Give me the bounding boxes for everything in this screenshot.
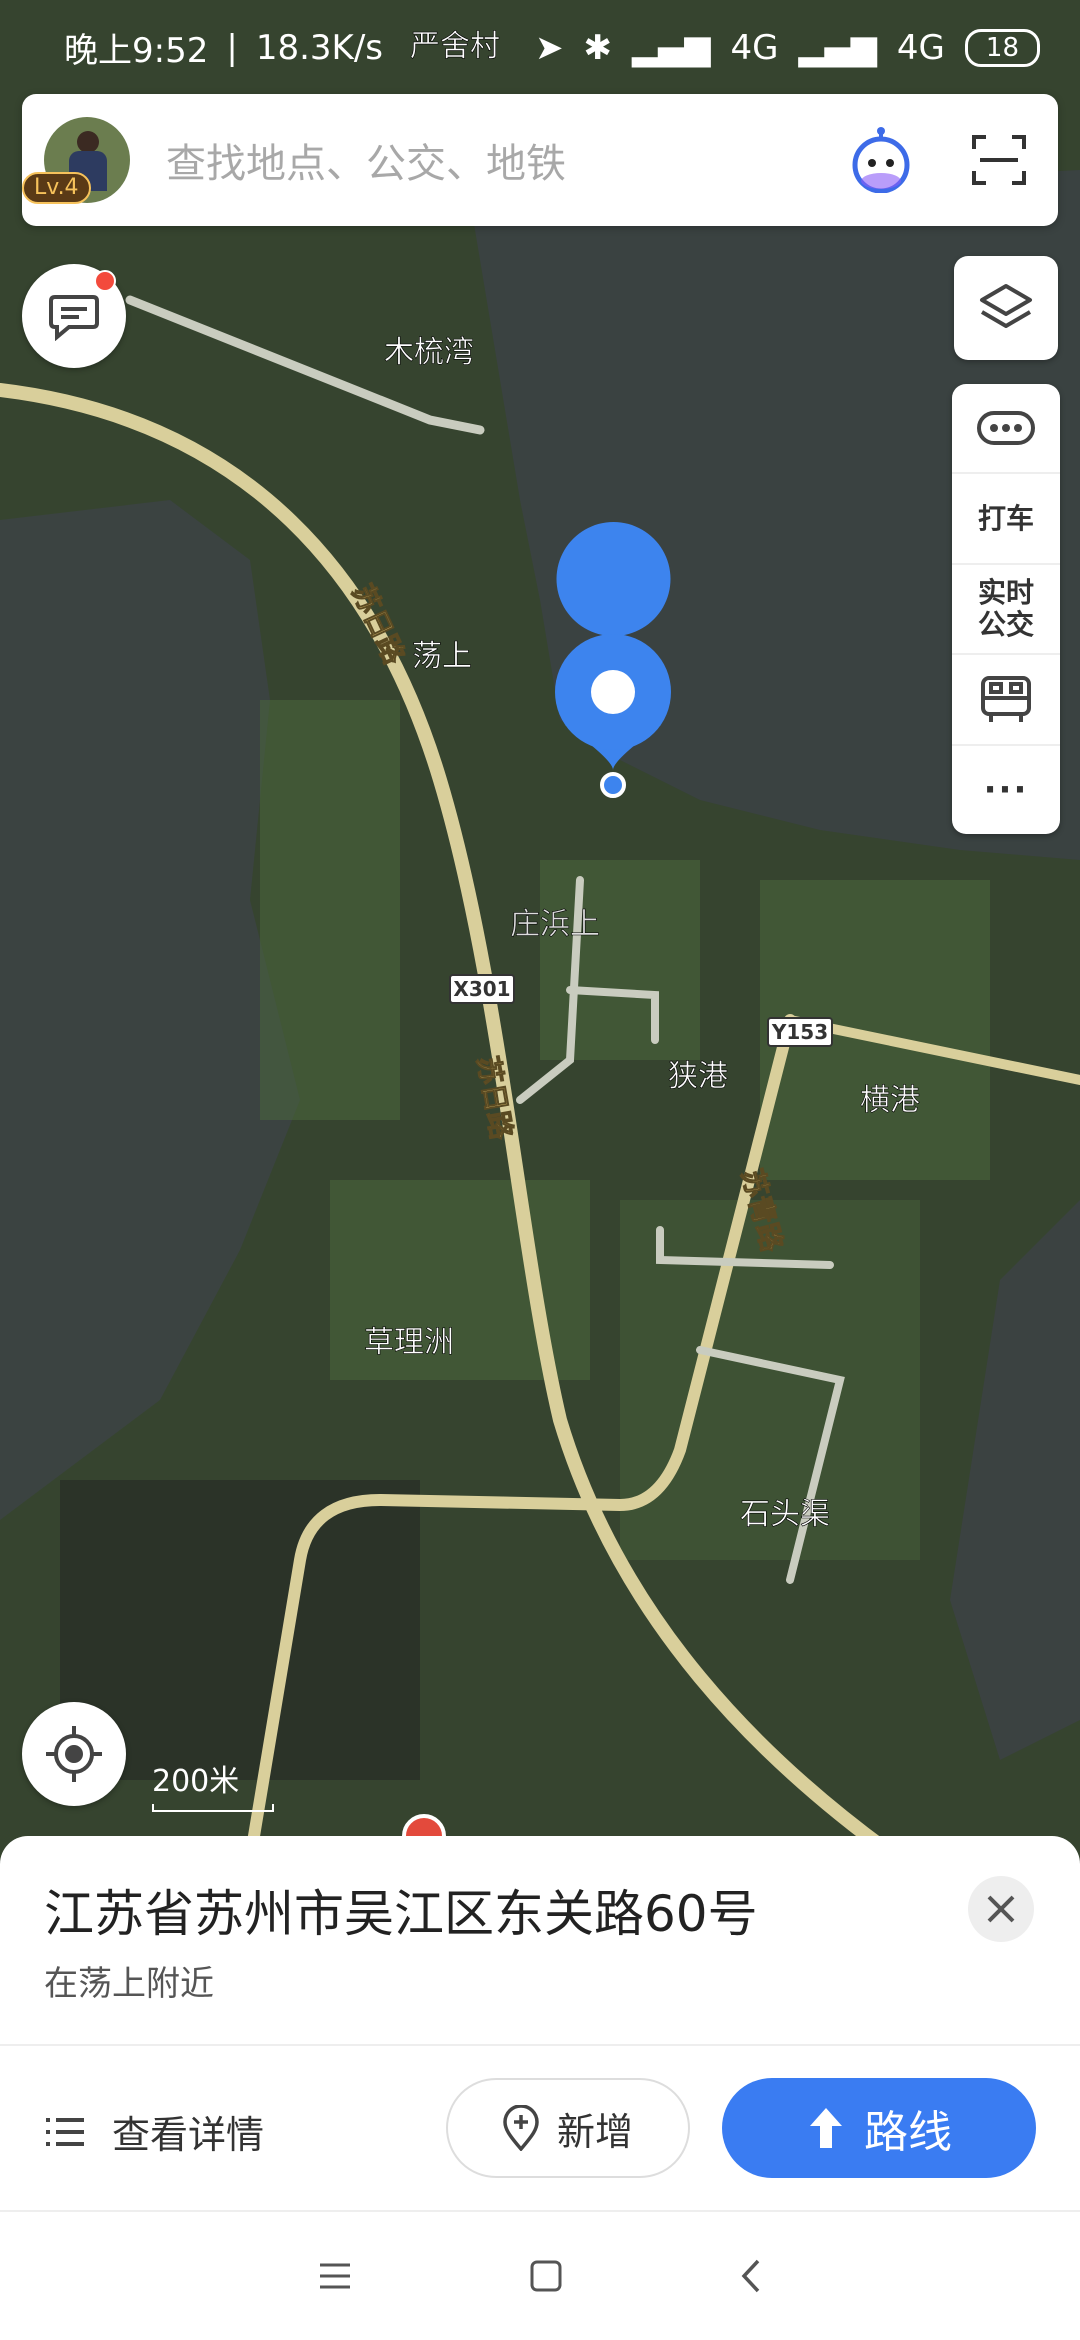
close-button[interactable] xyxy=(968,1876,1034,1942)
road-shield-x301: X301 xyxy=(449,974,515,1004)
place-label-zhuangbangshang: 庄浜上 xyxy=(510,907,600,942)
notification-dot xyxy=(94,270,116,292)
system-nav-bar xyxy=(0,2210,1080,2340)
taxi-button[interactable]: 打车 xyxy=(952,474,1060,565)
place-label-caolizhou: 草理洲 xyxy=(364,1325,454,1360)
route-arrow-icon xyxy=(810,2108,842,2148)
locate-me-button[interactable] xyxy=(22,1702,126,1806)
status-divider: | xyxy=(226,27,238,68)
more-button[interactable]: ··· xyxy=(952,746,1060,834)
realtime-bus-label: 实时公交 xyxy=(977,576,1034,642)
location-arrow-icon: ➤ xyxy=(535,27,564,68)
status-time: 晚上9:52 xyxy=(64,31,209,71)
scale-bar xyxy=(152,1804,274,1812)
dots-pill-icon xyxy=(977,411,1035,446)
battery-indicator: 18 xyxy=(964,28,1040,67)
avatar-head xyxy=(77,131,99,153)
svg-text:Y153: Y153 xyxy=(771,1020,828,1044)
view-details-button[interactable]: 查看详情 xyxy=(44,2104,264,2159)
layers-icon xyxy=(980,284,1032,328)
status-bar: 晚上9:52 | 18.3K/s ➤ ✱ ▂▄▆ 4G ▂▄▆ 4G 18 xyxy=(0,0,1080,95)
place-label-dangshang: 荡上 xyxy=(412,639,472,674)
status-speed: 18.3K/s xyxy=(255,27,383,68)
place-nearby: 在荡上附近 xyxy=(44,1964,214,2004)
map-pin-plus-icon xyxy=(503,2105,539,2151)
more-services-button[interactable] xyxy=(952,384,1060,475)
signal-icon-2: ▂▄▆ xyxy=(798,27,877,68)
sheet-divider xyxy=(0,2044,1080,2046)
message-button[interactable] xyxy=(22,264,126,368)
place-label-xiagang: 狭港 xyxy=(668,1059,728,1094)
taxi-label: 打车 xyxy=(977,501,1034,535)
svg-text:X301: X301 xyxy=(453,977,510,1001)
network-label-1: 4G xyxy=(730,27,779,68)
route-label: 路线 xyxy=(864,2107,952,2158)
network-label-2: 4G xyxy=(896,27,945,68)
place-label-henggang: 横港 xyxy=(860,1083,920,1118)
place-label-mushuwan: 木梳湾 xyxy=(384,335,474,370)
add-place-label: 新增 xyxy=(556,2109,633,2154)
map-tools-panel: 打车 实时公交 ··· xyxy=(952,384,1060,834)
close-icon xyxy=(987,1895,1015,1923)
home-icon[interactable] xyxy=(529,2259,563,2293)
bus-icon xyxy=(981,676,1031,723)
bus-button[interactable] xyxy=(952,655,1060,746)
search-input[interactable]: 查找地点、公交、地铁 xyxy=(166,131,848,189)
place-address: 江苏省苏州市吴江区东关路60号 xyxy=(44,1885,758,1943)
level-badge: Lv.4 xyxy=(22,172,91,204)
route-button[interactable]: 路线 xyxy=(722,2078,1036,2178)
assistant-robot-icon[interactable] xyxy=(848,127,914,193)
add-place-button[interactable]: 新增 xyxy=(446,2078,690,2178)
scan-icon[interactable] xyxy=(970,131,1028,189)
view-details-label: 查看详情 xyxy=(112,2113,265,2157)
satellite-map[interactable]: X301 Y153 苏日路 苏日路 苏青路 严舍村 木梳湾 荡上 庄浜上 狭港 … xyxy=(0,0,1080,1860)
chat-bubble-icon xyxy=(49,295,99,341)
search-bar[interactable]: 查找地点、公交、地铁 xyxy=(22,94,1058,226)
list-icon xyxy=(46,2117,84,2146)
ellipsis-icon: ··· xyxy=(983,769,1029,810)
place-label-shitouqu: 石头渠 xyxy=(740,1497,830,1532)
back-icon[interactable] xyxy=(740,2258,762,2294)
crosshair-icon xyxy=(46,1726,102,1782)
bluetooth-icon: ✱ xyxy=(583,27,613,68)
layers-button[interactable] xyxy=(954,256,1058,360)
road-shield-y153: Y153 xyxy=(767,1017,833,1047)
place-info-sheet: 江苏省苏州市吴江区东关路60号 在荡上附近 查看详情 新增 路线 xyxy=(0,1836,1080,2210)
scale-label: 200米 xyxy=(152,1764,240,1799)
map-scale: 200米 xyxy=(152,1756,274,1812)
menu-icon[interactable] xyxy=(318,2261,352,2291)
realtime-bus-button[interactable]: 实时公交 xyxy=(952,565,1060,656)
signal-icon: ▂▄▆ xyxy=(632,27,711,68)
